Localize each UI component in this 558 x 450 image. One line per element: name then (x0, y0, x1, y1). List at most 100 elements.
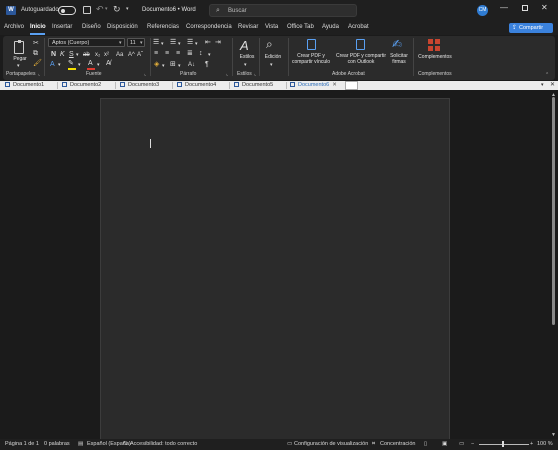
customize-quick-access-icon[interactable]: ▾ (126, 6, 129, 12)
save-icon[interactable] (83, 6, 91, 14)
collapse-ribbon-icon[interactable]: ⌃ (545, 72, 549, 78)
tab-vista[interactable]: Vista (265, 24, 278, 30)
decrease-indent-icon[interactable]: ⇤ (205, 39, 211, 47)
font-color-icon[interactable]: A (88, 60, 93, 68)
create-pdf-link-button[interactable]: Crear PDF y compartir vínculo (290, 53, 332, 65)
zoom-level[interactable]: 100 % (537, 441, 553, 447)
shrink-font-icon[interactable]: Aˇ (137, 51, 143, 59)
bullets-icon[interactable]: ☰ (153, 39, 159, 47)
minimize-button[interactable]: — (500, 3, 508, 12)
font-name-select[interactable]: Aptos (Cuerpo) ▾ (48, 38, 125, 47)
numbering-dropdown-icon[interactable]: ▾ (178, 40, 181, 48)
scroll-down-icon[interactable]: ▼ (551, 432, 556, 438)
text-effects-dropdown-icon[interactable]: ▾ (58, 61, 61, 69)
justify-icon[interactable]: ≣ (187, 50, 193, 58)
zoom-in-icon[interactable]: + (530, 441, 533, 447)
tab-office-tab[interactable]: Office Tab (287, 24, 314, 30)
numbering-icon[interactable]: ☰ (170, 39, 176, 47)
undo-icon[interactable]: ↶ (96, 4, 104, 15)
paragraph-launcher-icon[interactable]: ⌞ (226, 71, 228, 77)
close-document-icon[interactable]: ✕ (550, 81, 555, 90)
editing-button-label[interactable]: Edición (260, 54, 286, 60)
underline-icon[interactable]: S (69, 51, 74, 59)
paste-dropdown-icon[interactable]: ▾ (17, 62, 20, 70)
sort-icon[interactable]: A↓ (188, 61, 195, 69)
page-count[interactable]: Página 1 de 1 (5, 441, 39, 447)
styles-dropdown-icon[interactable]: ▾ (244, 61, 247, 69)
align-right-icon[interactable]: ≡ (176, 50, 180, 58)
clipboard-launcher-icon[interactable]: ⌞ (38, 71, 40, 77)
underline-dropdown-icon[interactable]: ▾ (76, 51, 79, 59)
line-spacing-dropdown-icon[interactable]: ▾ (208, 51, 211, 59)
align-left-icon[interactable]: ≡ (154, 50, 158, 58)
bullets-dropdown-icon[interactable]: ▾ (161, 40, 164, 48)
accessibility-status[interactable]: Accesibilidad: todo correcto (130, 441, 197, 447)
display-settings[interactable]: Configuración de visualización (294, 441, 368, 447)
doc-tab-3[interactable]: Documento3 (120, 81, 159, 90)
highlight-icon[interactable]: ✎ (68, 60, 74, 68)
tab-correspondencia[interactable]: Correspondencia (186, 24, 232, 30)
tab-revisar[interactable]: Revisar (238, 24, 258, 30)
tab-archivo[interactable]: Archivo (4, 24, 24, 30)
shading-icon[interactable]: ◈ (154, 61, 159, 69)
show-formatting-icon[interactable]: ¶ (205, 61, 209, 69)
change-case-icon[interactable]: Aa (116, 51, 123, 59)
tab-list-icon[interactable]: ▾ (541, 81, 544, 90)
cut-icon[interactable]: ✂ (33, 40, 39, 48)
align-center-icon[interactable]: ≡ (165, 50, 169, 58)
focus-mode[interactable]: Concentración (380, 441, 415, 447)
maximize-button[interactable] (522, 5, 528, 11)
scrollbar-thumb[interactable] (552, 97, 555, 325)
tab-inicio[interactable]: Inicio (30, 24, 46, 30)
tab-diseno[interactable]: Diseño (82, 24, 101, 30)
proofing-icon[interactable]: ▤ (78, 441, 83, 447)
create-pdf-outlook-button[interactable]: Crear PDF y compartir con Outlook (334, 53, 388, 65)
copy-icon[interactable]: ⧉ (33, 50, 38, 58)
grow-font-icon[interactable]: A^ (128, 51, 135, 59)
subscript-icon[interactable]: x₂ (95, 51, 100, 59)
search-input[interactable]: ⌕ Buscar (209, 4, 357, 17)
tab-insertar[interactable]: Insertar (52, 24, 72, 30)
multilevel-list-icon[interactable]: ☰ (187, 39, 193, 47)
create-pdf-link-icon[interactable] (307, 39, 316, 50)
tab-referencias[interactable]: Referencias (147, 24, 179, 30)
word-count[interactable]: 0 palabras (44, 441, 70, 447)
font-color-dropdown-icon[interactable]: ▾ (97, 61, 100, 69)
zoom-slider-thumb[interactable] (502, 441, 504, 447)
format-painter-icon[interactable]: 🖌 (33, 60, 42, 68)
close-button[interactable]: ✕ (541, 3, 548, 12)
document-page[interactable] (100, 98, 450, 448)
borders-icon[interactable]: ⊞ (170, 61, 176, 69)
web-layout-icon[interactable]: ▭ (459, 441, 464, 447)
text-effects-icon[interactable]: A (50, 61, 55, 69)
zoom-slider[interactable] (479, 444, 529, 445)
increase-indent-icon[interactable]: ⇥ (215, 39, 221, 47)
find-icon[interactable]: ⌕ (266, 38, 273, 51)
new-tab-button[interactable] (345, 81, 358, 90)
signature-icon[interactable]: ✍ (392, 38, 402, 51)
tab-acrobat[interactable]: Acrobat (348, 24, 369, 30)
strikethrough-icon[interactable]: ab (83, 51, 90, 59)
styles-launcher-icon[interactable]: ⌞ (254, 71, 256, 77)
avatar[interactable]: CM (477, 5, 488, 16)
print-layout-icon[interactable]: ▣ (442, 441, 447, 447)
tab-disposicion[interactable]: Disposición (107, 24, 138, 30)
font-launcher-icon[interactable]: ⌞ (144, 71, 146, 77)
read-mode-icon[interactable]: ▯ (424, 441, 427, 447)
styles-button-label[interactable]: Estilos (234, 54, 260, 60)
addins-button[interactable]: Complementos (414, 54, 456, 60)
autosave-toggle[interactable] (58, 6, 76, 15)
doc-tab-4[interactable]: Documento4 (177, 81, 216, 90)
styles-icon[interactable]: A (240, 39, 249, 53)
bold-icon[interactable]: N (51, 51, 56, 59)
multilevel-dropdown-icon[interactable]: ▾ (195, 40, 198, 48)
paste-button-label[interactable]: Pegar (10, 56, 30, 62)
doc-tab-1[interactable]: Documento1 (5, 81, 44, 90)
request-signatures-button[interactable]: Solicitar firmas (386, 53, 412, 65)
close-tab-icon[interactable]: ✕ (332, 82, 337, 88)
paste-icon[interactable] (14, 40, 24, 54)
line-spacing-icon[interactable]: ↕ (199, 50, 203, 58)
redo-icon[interactable]: ↻ (113, 4, 121, 15)
editing-dropdown-icon[interactable]: ▾ (270, 61, 273, 69)
shading-dropdown-icon[interactable]: ▾ (162, 62, 165, 70)
